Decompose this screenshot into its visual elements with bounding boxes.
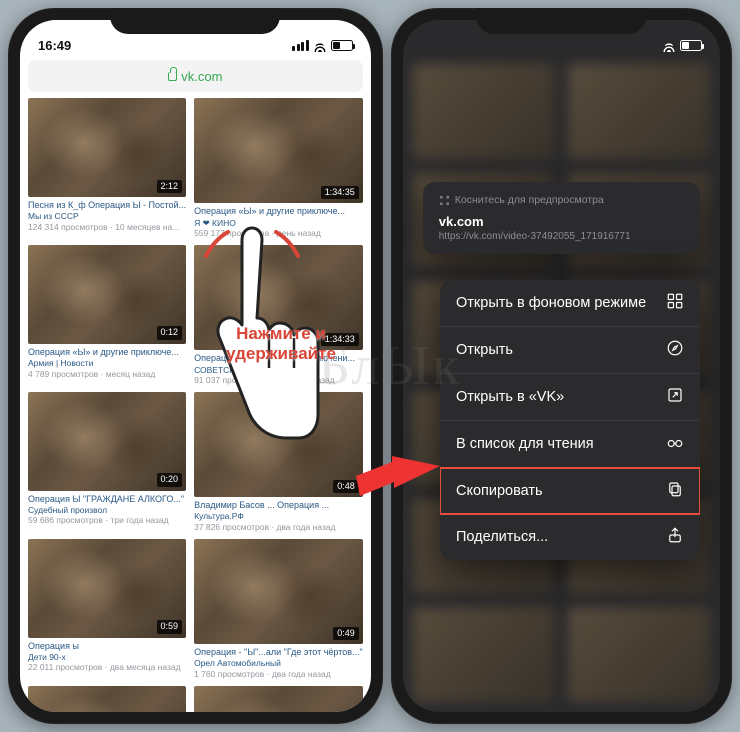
video-channel: Армия | Новости <box>28 358 186 369</box>
menu-label: Скопировать <box>456 483 543 499</box>
share-icon <box>666 526 684 548</box>
menu-item-share[interactable]: Поделиться... <box>440 514 700 560</box>
menu-label: Открыть в фоновом режиме <box>456 295 646 311</box>
menu-item-compass[interactable]: Открыть <box>440 327 700 374</box>
menu-label: В список для чтения <box>456 436 594 452</box>
video-channel: Дети 90-х <box>28 652 186 663</box>
video-thumbnail[interactable]: 0:49 <box>194 539 363 644</box>
phone-left: 16:49 vk.com 2:12 Песня из К_ф Операция … <box>8 8 383 724</box>
video-title: Операция «Ы» и другие приключе... <box>194 206 363 217</box>
signal-icon <box>292 40 309 51</box>
glasses-icon <box>666 433 684 455</box>
notch <box>110 8 280 34</box>
video-card[interactable]: 2:12 Песня из К_ф Операция Ы - Постой...… <box>28 98 186 239</box>
video-card[interactable]: 1:34:35 Операция «Ы» и другие приключе..… <box>194 98 363 239</box>
notch <box>476 8 646 34</box>
clock: 16:49 <box>38 38 71 53</box>
duration-badge: 1:34:35 <box>321 186 359 199</box>
video-card[interactable]: 0:20 Операция Ы "ГРАЖДАНЕ АЛКОГО..." Суд… <box>28 392 186 533</box>
lock-icon <box>168 72 177 81</box>
red-arrow-icon <box>352 454 442 504</box>
copy-icon <box>666 480 684 502</box>
wifi-icon <box>662 38 676 52</box>
address-bar[interactable]: vk.com <box>28 60 363 92</box>
video-title: Владимир Басов ... Операция ... <box>194 500 363 511</box>
video-channel: Культура.РФ <box>194 511 363 522</box>
video-channel: Я ❤ КИНО <box>194 218 363 229</box>
video-card[interactable]: 0:48 Владимир Басов ... Операция ... Кул… <box>194 392 363 533</box>
video-card[interactable]: 0:12 Операция «Ы» и другие приключе... А… <box>28 245 186 386</box>
duration-badge: 0:20 <box>157 473 183 486</box>
video-card[interactable]: 0:49 Операция - "Ы"...али "Где этот чёрт… <box>194 539 363 680</box>
menu-label: Поделиться... <box>456 529 548 545</box>
link-preview-card[interactable]: Коснитесь для предпросмотра vk.com https… <box>423 182 700 254</box>
video-meta: 37 826 просмотров · два года назад <box>194 522 363 533</box>
video-card[interactable]: 0:59 Операция ы Дети 90-х 22 011 просмот… <box>28 539 186 680</box>
video-thumbnail[interactable]: 0:12 <box>194 686 363 712</box>
video-meta: 91 037 просмотров · три года назад <box>194 375 363 386</box>
video-channel: Судебный произвол <box>28 505 186 516</box>
duration-badge: 0:59 <box>157 620 183 633</box>
screen-left: 16:49 vk.com 2:12 Песня из К_ф Операция … <box>20 20 371 712</box>
video-thumbnail[interactable]: 0:59 <box>28 539 186 638</box>
duration-badge: 0:49 <box>333 627 359 640</box>
video-meta: 124 314 просмотров · 10 месяцев на... <box>28 222 186 233</box>
open-ext-icon <box>666 386 684 408</box>
compass-icon <box>666 339 684 361</box>
video-thumbnail[interactable]: 1:00 <box>28 686 186 712</box>
preview-host: vk.com <box>439 214 684 229</box>
video-title: Песня из К_ф Операция Ы - Постой... <box>28 200 186 211</box>
menu-item-grid[interactable]: Открыть в фоновом режиме <box>440 280 700 327</box>
menu-label: Открыть <box>456 342 513 358</box>
phone-right: 16:50 Коснитесь для предпросмотра vk.com… <box>391 8 732 724</box>
video-thumbnail[interactable]: 0:12 <box>28 245 186 344</box>
wifi-icon <box>313 38 327 52</box>
battery-icon <box>680 40 702 51</box>
video-title: Операция «Ы» и другие приключе... <box>28 347 186 358</box>
video-meta: 559 173 просмотра · день назад <box>194 228 363 239</box>
video-grid: 2:12 Песня из К_ф Операция Ы - Постой...… <box>20 98 371 712</box>
video-title: Операция ы <box>28 641 186 652</box>
callout-text: Нажмите иудерживайте <box>216 324 346 363</box>
video-card[interactable]: 0:12 Отрывок из "Операция Ы" и други... … <box>194 686 363 712</box>
duration-badge: 2:12 <box>157 180 183 193</box>
preview-url: https://vk.com/video-37492055_171916771 <box>439 231 684 242</box>
video-channel: СОВЕТСКИЙ СОЮЗ <box>194 365 363 376</box>
video-meta: 59 686 просмотров · три года назад <box>28 515 186 526</box>
menu-item-copy[interactable]: Скопировать <box>440 467 700 515</box>
video-thumbnail[interactable]: 0:48 <box>194 392 363 497</box>
url-host: vk.com <box>181 69 222 84</box>
menu-label: Открыть в «VK» <box>456 389 564 405</box>
context-menu: Открыть в фоновом режиме Открыть Открыть в… <box>440 280 700 560</box>
screen-right: 16:50 Коснитесь для предпросмотра vk.com… <box>403 20 720 712</box>
status-icons <box>292 38 353 52</box>
video-channel: Мы из СССР <box>28 211 186 222</box>
preview-hint: Коснитесь для предпросмотра <box>439 194 684 206</box>
video-meta: 4 789 просмотров · месяц назад <box>28 369 186 380</box>
battery-icon <box>331 40 353 51</box>
video-meta: 22 011 просмотров · два месяца назад <box>28 662 186 673</box>
video-thumbnail[interactable]: 1:34:35 <box>194 98 363 203</box>
video-title: Операция - "Ы"...али "Где этот чёртов...… <box>194 647 363 658</box>
video-thumbnail[interactable]: 0:20 <box>28 392 186 491</box>
menu-item-glasses[interactable]: В список для чтения <box>440 421 700 468</box>
video-meta: 1 760 просмотров · два года назад <box>194 669 363 680</box>
video-card[interactable]: 1:00 Операция "Ы" татарча Иң шәп татарча… <box>28 686 186 712</box>
video-channel: Орел Автомобильный <box>194 658 363 669</box>
duration-badge: 0:12 <box>157 326 183 339</box>
video-thumbnail[interactable]: 2:12 <box>28 98 186 197</box>
menu-item-open-ext[interactable]: Открыть в «VK» <box>440 374 700 421</box>
video-card[interactable]: 1:34:33 Операция «Ы» и другие приключени… <box>194 245 363 386</box>
grid-icon <box>666 292 684 314</box>
video-title: Операция Ы "ГРАЖДАНЕ АЛКОГО..." <box>28 494 186 505</box>
